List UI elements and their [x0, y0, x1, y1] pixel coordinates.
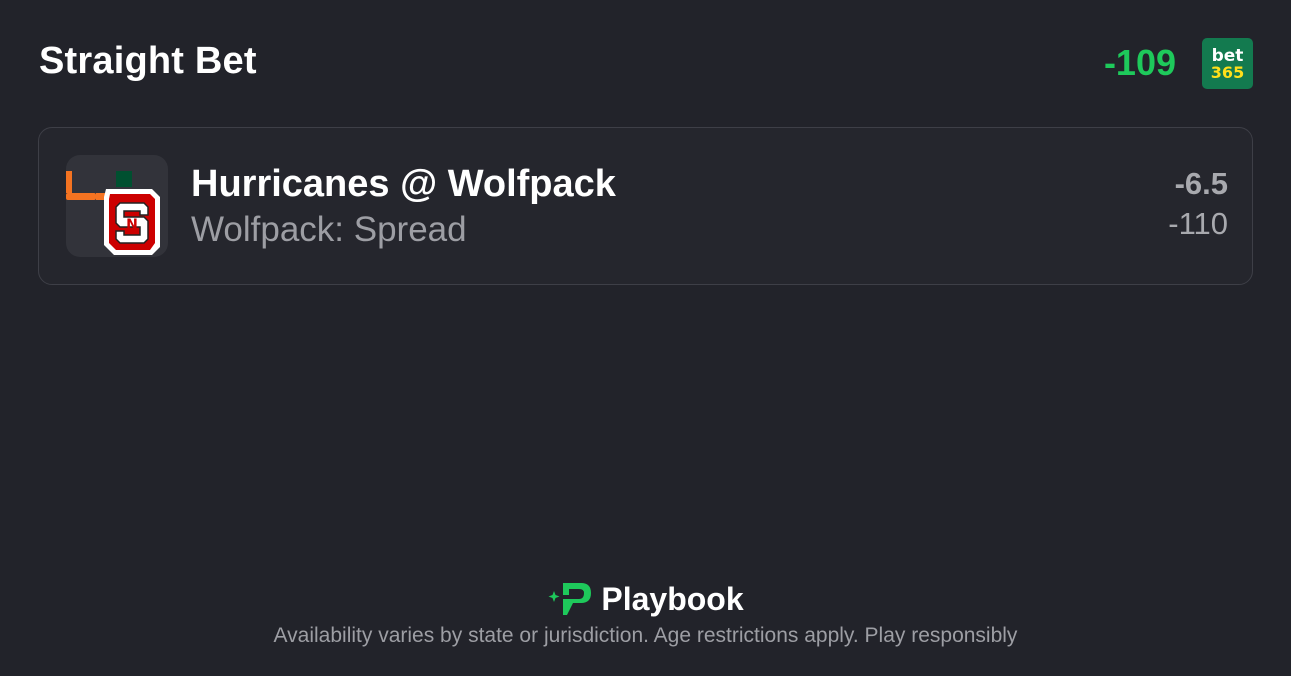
team-logo: N [66, 155, 168, 257]
market-label: Wolfpack: Spread [191, 210, 467, 249]
svg-text:N: N [126, 217, 138, 233]
brand-name: Playbook [601, 580, 744, 617]
bet-type-title: Straight Bet [39, 40, 257, 82]
matchup-logos-icon: N [66, 171, 160, 255]
nc-state-s-logo-icon: N [104, 189, 160, 255]
bet-slip-page: Straight Bet -109 bet 365 N Hurricanes @… [0, 0, 1291, 676]
matchup-title: Hurricanes @ Wolfpack [191, 163, 616, 205]
bet-leg-card[interactable]: N Hurricanes @ Wolfpack Wolfpack: Spread… [38, 127, 1253, 285]
disclaimer-text: Availability varies by state or jurisdic… [273, 624, 1018, 647]
bet365-logo-icon[interactable]: bet 365 [1202, 38, 1253, 89]
playbook-brand[interactable]: Playbook [547, 580, 744, 618]
sportsbook-name-line2: 365 [1210, 62, 1245, 82]
bet-header: Straight Bet -109 bet 365 [39, 38, 1253, 90]
playbook-logo-icon [548, 583, 592, 615]
spread-line: -6.5 [1174, 166, 1228, 201]
sportsbook-name-line1: bet [1211, 45, 1244, 66]
footer: Playbook Availability varies by state or… [0, 580, 1291, 648]
total-odds: -109 [1103, 42, 1176, 83]
leg-price: -110 [1168, 206, 1228, 241]
